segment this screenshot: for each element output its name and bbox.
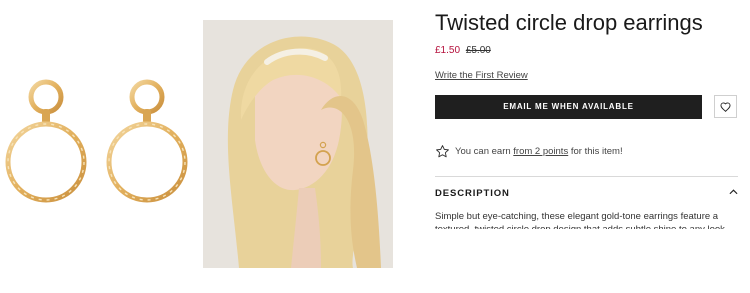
description-toggle[interactable]: DESCRIPTION <box>435 183 738 203</box>
points-prefix: You can earn <box>455 146 514 157</box>
points-text: You can earn from 2 points for this item… <box>455 146 623 158</box>
points-link[interactable]: from 2 points <box>513 146 568 157</box>
price: £1.50 £5.00 <box>435 45 491 57</box>
left-earring <box>5 79 87 203</box>
right-earring <box>106 79 188 203</box>
chevron-up-icon <box>729 189 738 195</box>
model-illustration <box>203 20 393 268</box>
sale-price: £1.50 <box>435 45 461 56</box>
points-suffix: for this item! <box>568 146 623 157</box>
wishlist-button[interactable] <box>714 95 737 118</box>
email-when-available-button[interactable]: EMAIL ME WHEN AVAILABLE <box>435 95 702 119</box>
original-price: £5.00 <box>465 45 491 56</box>
description-text: Simple but eye-catching, these elegant g… <box>435 211 728 229</box>
write-review-link[interactable]: Write the First Review <box>435 70 528 82</box>
product-image[interactable] <box>0 0 200 293</box>
star-icon <box>436 145 449 158</box>
model-image[interactable] <box>203 20 393 268</box>
heart-icon <box>720 101 731 112</box>
product-title: Twisted circle drop earrings <box>435 10 703 35</box>
description-title: DESCRIPTION <box>435 188 510 199</box>
section-divider <box>435 176 738 177</box>
